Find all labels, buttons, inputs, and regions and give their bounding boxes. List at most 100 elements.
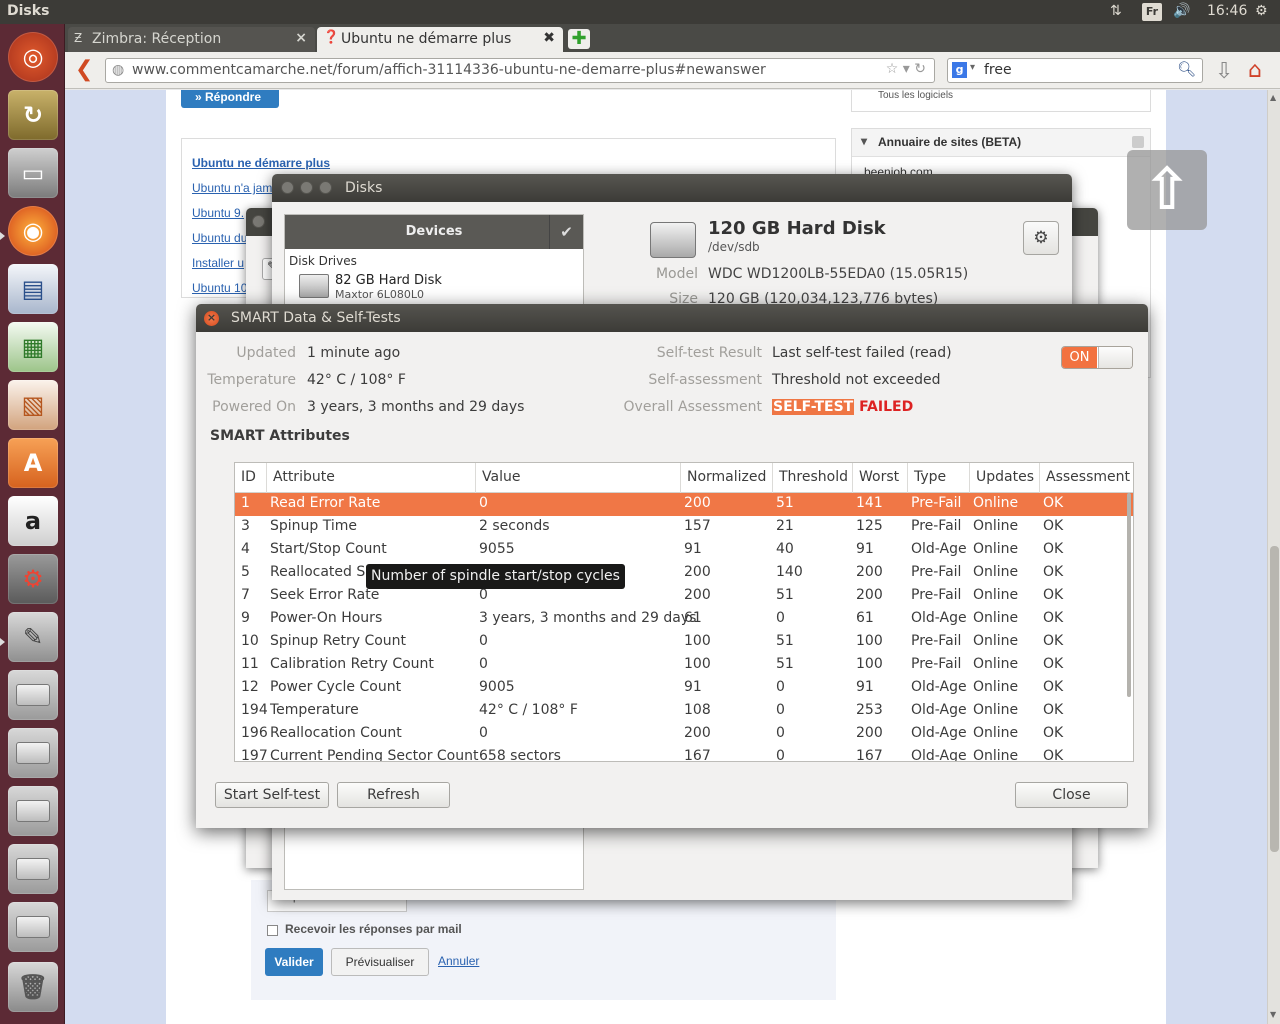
new-tab-button[interactable]: ✚ xyxy=(568,29,590,49)
tab-ubuntu-ne-demarre-plus[interactable]: ❓ Ubuntu ne démarre plus ✖ xyxy=(317,27,563,52)
back-arrow-icon[interactable]: ❮ xyxy=(75,59,93,81)
table-cell-updates: Online xyxy=(973,748,1019,762)
toggle-knob[interactable] xyxy=(1098,347,1132,368)
rss-icon[interactable] xyxy=(1132,136,1144,148)
related-link[interactable]: Ubuntu n'a jam xyxy=(192,181,272,195)
session-gear-icon[interactable]: ⚙ xyxy=(1255,3,1268,19)
annuaire-title[interactable]: Annuaire de sites (BETA) xyxy=(852,129,1150,157)
drive-icon[interactable] xyxy=(8,670,58,720)
table-row[interactable]: 194 Temperature 42° C / 108° F 108 0 253 Old-A… xyxy=(235,700,1133,723)
smart-enable-toggle[interactable]: ON xyxy=(1061,346,1133,369)
table-row[interactable]: 4 Start/Stop Count 9055 91 40 91 Old-Age Online… xyxy=(235,539,1133,562)
system-settings-icon[interactable]: ⚙ xyxy=(8,554,58,604)
related-link[interactable]: Ubuntu ne démarre plus xyxy=(192,156,330,170)
close-window-icon[interactable] xyxy=(281,181,294,194)
clock[interactable]: 16:46 xyxy=(1207,3,1247,19)
table-row[interactable]: 3 Spinup Time 2 seconds 157 21 125 Pre-Fail Onl… xyxy=(235,516,1133,539)
table-cell-normalized: 200 xyxy=(684,587,711,603)
drive-icon[interactable] xyxy=(8,786,58,836)
files-icon[interactable]: ▭ xyxy=(8,148,58,198)
software-updater-icon[interactable]: ↻ xyxy=(8,90,58,140)
scroll-to-top-arrow-icon[interactable]: ⇧ xyxy=(1127,150,1207,230)
table-row[interactable]: 10 Spinup Retry Count 0 100 51 100 Pre-Fail Onl… xyxy=(235,631,1133,654)
chevron-down-icon[interactable]: ▾ xyxy=(970,62,975,73)
close-window-icon[interactable]: × xyxy=(204,311,219,326)
drive-icon[interactable] xyxy=(8,728,58,778)
disks-utility-icon[interactable]: ✎ xyxy=(8,612,58,662)
table-cell-normalized: 200 xyxy=(684,495,711,511)
firefox-icon[interactable]: ◉ xyxy=(8,206,58,256)
table-row[interactable]: 11 Calibration Retry Count 0 100 51 100 Pre-Fa… xyxy=(235,654,1133,677)
table-cell-value: 0 xyxy=(479,656,488,672)
home-icon[interactable]: ⌂ xyxy=(1248,58,1262,83)
cancel-link[interactable]: Annuler xyxy=(438,954,479,968)
calc-icon[interactable]: ▦ xyxy=(8,322,58,372)
url-bar[interactable]: ◍ www.commentcamarche.net/forum/affich-3… xyxy=(105,58,935,83)
scroll-down-icon[interactable]: ▼ xyxy=(1270,1010,1276,1019)
download-icon[interactable]: ⇩ xyxy=(1215,59,1233,84)
table-cell-assessment: OK xyxy=(1043,587,1064,603)
table-row[interactable]: 12 Power Cycle Count 9005 91 0 91 Old-Age Onlin… xyxy=(235,677,1133,700)
trash-icon[interactable]: 🗑 xyxy=(8,962,58,1012)
related-link[interactable]: Ubuntu 9. xyxy=(192,206,244,220)
column-header-threshold[interactable]: Threshold xyxy=(773,463,853,493)
column-header-value[interactable]: Value xyxy=(476,463,681,493)
table-row[interactable]: 1 Read Error Rate 0 200 51 141 Pre-Fail Online O… xyxy=(235,493,1133,516)
close-button[interactable]: Close xyxy=(1015,782,1128,808)
minimize-window-icon[interactable] xyxy=(300,181,313,194)
column-header-type[interactable]: Type xyxy=(908,463,970,493)
drive-settings-gear-icon[interactable]: ⚙ xyxy=(1023,221,1059,255)
bookmark-star-icon[interactable]: ☆ ▾ ↻ xyxy=(886,61,926,77)
software-center-icon[interactable]: A xyxy=(8,438,58,488)
column-header-attribute[interactable]: Attribute xyxy=(267,463,476,493)
volume-icon[interactable]: 🔊 xyxy=(1173,3,1190,19)
network-icon[interactable]: ⇅ xyxy=(1110,3,1122,19)
search-bar[interactable]: g ▾ free 🔍︎ xyxy=(947,58,1203,83)
dash-home-icon[interactable]: ◎ xyxy=(8,32,58,82)
keyboard-layout-indicator[interactable]: Fr xyxy=(1142,3,1162,21)
close-window-icon[interactable] xyxy=(252,215,265,228)
column-header-id[interactable]: ID xyxy=(235,463,267,493)
smart-dialog: × SMART Data & Self-Tests Updated 1 minu… xyxy=(196,304,1148,828)
close-tab-icon[interactable]: × xyxy=(295,30,307,46)
device-list-item[interactable]: 82 GB Hard Disk Maxtor 6L080L0 xyxy=(285,268,583,301)
checkmark-icon[interactable]: ✔ xyxy=(549,215,583,249)
amazon-icon[interactable]: a xyxy=(8,496,58,546)
preview-button[interactable]: Prévisualiser xyxy=(331,948,429,976)
related-link[interactable]: Ubuntu 10 xyxy=(192,281,247,295)
drive-icon[interactable] xyxy=(8,902,58,952)
search-icon[interactable]: 🔍︎ xyxy=(1177,60,1196,78)
column-header-normalized[interactable]: Normalized xyxy=(681,463,773,493)
drive-icon[interactable] xyxy=(8,844,58,894)
url-text: www.commentcamarche.net/forum/affich-311… xyxy=(132,62,766,78)
tous-logiciels-link[interactable]: Tous les logiciels xyxy=(851,90,1151,112)
maximize-window-icon[interactable] xyxy=(319,181,332,194)
page-scrollbar[interactable]: ▲ ▼ xyxy=(1267,90,1280,1024)
top-panel: Disks ⇅ Fr 🔊 16:46 ⚙ xyxy=(0,0,1280,24)
table-row[interactable]: 196 Reallocation Count 0 200 0 200 Old-Age Onli… xyxy=(235,723,1133,746)
scrollbar-thumb[interactable] xyxy=(1270,546,1279,852)
column-header-assessment[interactable]: Assessment xyxy=(1040,463,1133,493)
related-link[interactable]: Installer u xyxy=(192,256,244,270)
submit-button[interactable]: Valider xyxy=(265,948,323,976)
table-cell-assessment: OK xyxy=(1043,656,1064,672)
google-icon[interactable]: g xyxy=(952,62,967,78)
table-cell-attribute: Power-On Hours xyxy=(270,610,383,626)
table-cell-type: Old-Age xyxy=(911,748,967,762)
start-selftest-button[interactable]: Start Self-test xyxy=(215,782,329,808)
related-link[interactable]: Ubuntu du xyxy=(192,231,247,245)
impress-icon[interactable]: ▧ xyxy=(8,380,58,430)
column-header-updates[interactable]: Updates xyxy=(970,463,1040,493)
tab-zimbra[interactable]: Ƶ Zimbra: Réception × xyxy=(68,27,315,52)
email-notify-checkbox[interactable] xyxy=(267,925,278,936)
close-tab-icon[interactable]: ✖ xyxy=(543,30,555,46)
refresh-button[interactable]: Refresh xyxy=(337,782,450,808)
writer-icon[interactable]: ▤ xyxy=(8,264,58,314)
table-row[interactable]: 197 Current Pending Sector Count 658 secto… xyxy=(235,746,1133,762)
table-cell-attribute: Start/Stop Count xyxy=(270,541,387,557)
table-scrollbar-thumb[interactable] xyxy=(1127,493,1131,697)
column-header-worst[interactable]: Worst xyxy=(853,463,908,493)
reply-button[interactable]: » Répondre xyxy=(181,90,279,108)
table-row[interactable]: 9 Power-On Hours 3 years, 3 months and 29 … xyxy=(235,608,1133,631)
scroll-up-icon[interactable]: ▲ xyxy=(1270,93,1276,102)
